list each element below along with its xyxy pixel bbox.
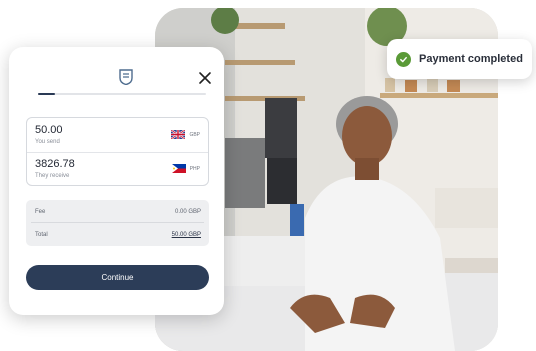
receive-currency-code: PHP <box>189 165 200 172</box>
progress-bar <box>38 93 206 95</box>
total-value: 50.00 GBP <box>171 232 201 238</box>
receive-caption: They receive <box>35 173 70 179</box>
payment-completed-toast: Payment completed <box>387 39 532 79</box>
summary-divider <box>31 222 204 223</box>
fee-value: 0.00 GBP <box>174 209 201 215</box>
fee-summary: Fee 0.00 GBP Total 50.00 GBP <box>26 200 209 246</box>
send-currency-selector[interactable]: GBP <box>171 130 200 139</box>
close-icon[interactable] <box>198 71 212 85</box>
progress-fill <box>38 93 55 95</box>
total-label: Total <box>35 232 48 238</box>
uk-flag-icon <box>171 130 186 139</box>
amount-fields: 50.00 You send GBP 3826.78 They receive <box>26 117 209 186</box>
receive-amount[interactable]: 3826.78 <box>35 158 75 170</box>
send-currency-code: GBP <box>189 131 200 138</box>
fee-label: Fee <box>35 209 46 215</box>
check-circle-icon <box>396 51 411 67</box>
send-caption: You send <box>35 139 60 145</box>
fee-row: Fee 0.00 GBP <box>35 209 201 215</box>
shield-logo-icon <box>119 69 133 90</box>
continue-button[interactable]: Continue <box>26 265 209 290</box>
transfer-card: 50.00 You send GBP 3826.78 They receive <box>9 47 224 315</box>
send-amount-field[interactable]: 50.00 You send GBP <box>27 118 208 153</box>
philippines-flag-icon <box>171 164 186 173</box>
total-row: Total 50.00 GBP <box>35 232 201 238</box>
receive-amount-field[interactable]: 3826.78 They receive PHP <box>27 152 208 186</box>
receive-currency-selector[interactable]: PHP <box>171 164 200 173</box>
toast-text: Payment completed <box>419 53 523 65</box>
send-amount[interactable]: 50.00 <box>35 124 63 136</box>
